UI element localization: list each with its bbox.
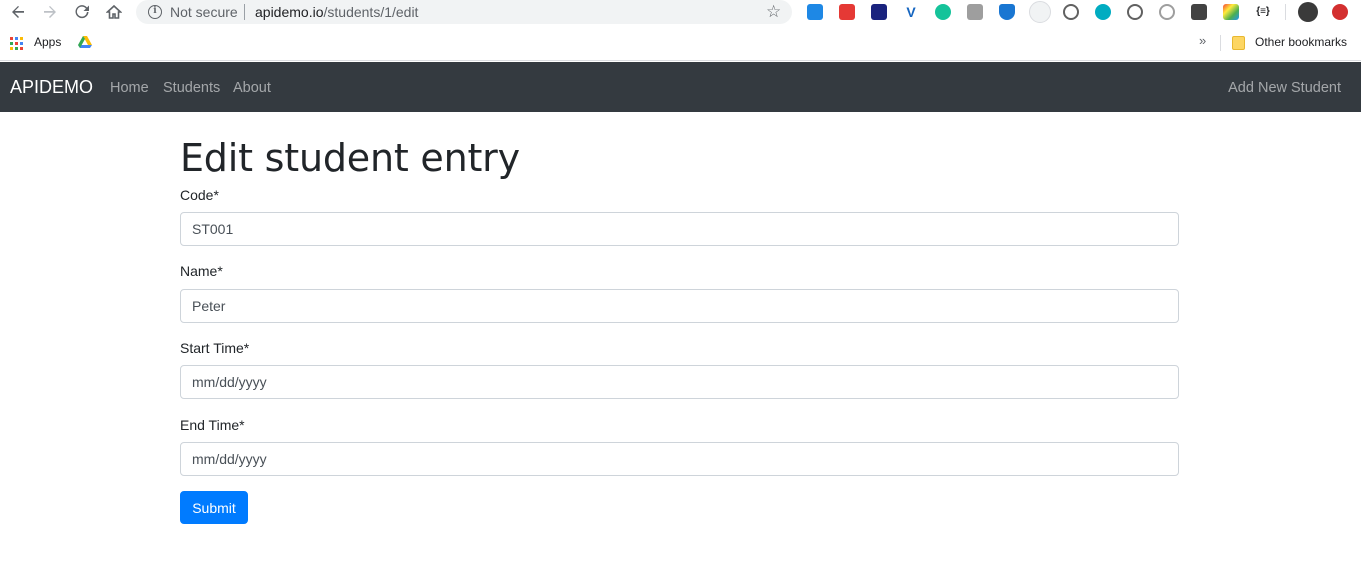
extension-icon[interactable] xyxy=(871,4,887,20)
other-bookmarks[interactable]: Other bookmarks xyxy=(1255,35,1347,49)
reload-icon[interactable] xyxy=(72,2,92,22)
extension-icon[interactable] xyxy=(1191,4,1207,20)
start-time-input[interactable] xyxy=(180,365,1179,399)
grammarly-icon[interactable] xyxy=(935,4,951,20)
nav-about[interactable]: About xyxy=(233,80,271,96)
name-input[interactable] xyxy=(180,289,1179,323)
end-time-input[interactable] xyxy=(180,442,1179,476)
end-time-label: End Time* xyxy=(180,417,245,433)
extension-icon[interactable] xyxy=(1223,4,1239,20)
url-host: apidemo.io xyxy=(255,4,324,20)
apps-grid-icon[interactable] xyxy=(10,37,23,50)
url-text: apidemo.io/students/1/edit xyxy=(255,4,418,20)
nav-home[interactable]: Home xyxy=(110,80,149,96)
back-arrow-icon[interactable] xyxy=(8,2,28,22)
extension-icon[interactable]: V xyxy=(903,4,919,20)
brand-logo[interactable]: APIDEMO xyxy=(10,77,93,98)
history-icon[interactable] xyxy=(1063,4,1079,20)
extension-icon[interactable] xyxy=(967,4,983,20)
drive-icon[interactable] xyxy=(78,35,92,49)
extension-icon[interactable] xyxy=(1159,4,1175,20)
url-path: /students/1/edit xyxy=(323,4,419,20)
address-bar[interactable]: i Not secure apidemo.io/students/1/edit … xyxy=(136,0,792,24)
start-time-label: Start Time* xyxy=(180,340,250,356)
navbar: APIDEMO Home Students About Add New Stud… xyxy=(0,62,1361,112)
more-bookmarks-chevron-icon[interactable]: » xyxy=(1199,33,1206,48)
not-secure-label: Not secure xyxy=(170,4,238,20)
update-icon[interactable] xyxy=(1332,4,1348,20)
bookmarks-bar: Apps » Other bookmarks xyxy=(0,25,1361,61)
shield-icon[interactable] xyxy=(999,4,1015,20)
extension-icon[interactable] xyxy=(1095,4,1111,20)
omnibox-divider xyxy=(244,4,245,20)
toolbar-divider xyxy=(1285,4,1286,20)
extension-icon[interactable] xyxy=(839,4,855,20)
forward-arrow-icon[interactable] xyxy=(40,2,60,22)
code-label: Code* xyxy=(180,187,219,203)
info-icon[interactable]: i xyxy=(148,5,162,19)
name-label: Name* xyxy=(180,263,223,279)
submit-button[interactable]: Submit xyxy=(180,491,248,524)
bookmarks-divider xyxy=(1220,35,1221,51)
json-icon[interactable]: {≡} xyxy=(1253,4,1273,20)
page-title: Edit student entry xyxy=(180,136,520,180)
nav-students[interactable]: Students xyxy=(163,80,220,96)
extension-icon[interactable] xyxy=(1029,1,1051,23)
nav-add-new-student[interactable]: Add New Student xyxy=(1228,80,1341,96)
home-icon[interactable] xyxy=(104,2,124,22)
extension-icon[interactable] xyxy=(1127,4,1143,20)
folder-icon xyxy=(1232,36,1245,50)
avatar[interactable] xyxy=(1298,2,1318,22)
browser-toolbar: i Not secure apidemo.io/students/1/edit … xyxy=(0,0,1361,25)
bookmark-star-icon[interactable]: ☆ xyxy=(766,2,781,22)
extension-icon[interactable] xyxy=(807,4,823,20)
apps-bookmark[interactable]: Apps xyxy=(34,35,61,49)
code-input[interactable] xyxy=(180,212,1179,246)
